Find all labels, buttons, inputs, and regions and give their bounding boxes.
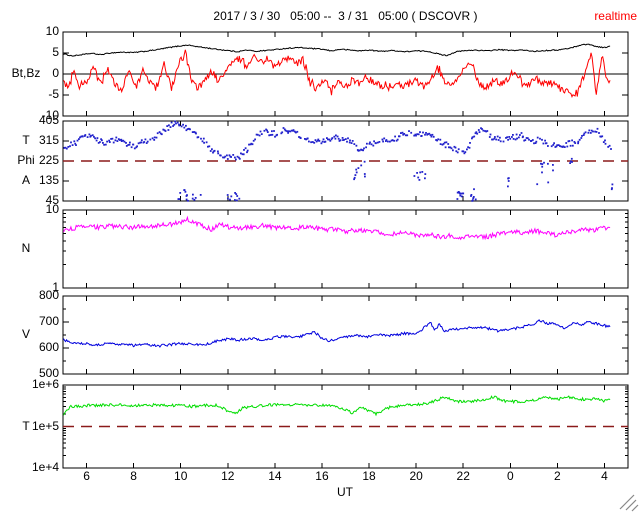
y-tick-label: 405 [38, 113, 59, 127]
t-series [63, 395, 611, 417]
x-tick-label: 22 [456, 469, 470, 483]
y-tick-label: 1e+6 [31, 377, 59, 391]
panel-label-t: T [22, 418, 30, 433]
panel-label-v: V [21, 327, 30, 341]
x-tick-label: 8 [130, 469, 137, 483]
solar-wind-monitor-window: 2017 / 3 / 30 05:00 -- 3 / 31 05:00 ( DS… [0, 0, 640, 512]
n-series [63, 215, 611, 241]
panel-border [62, 120, 629, 202]
panel-label-btbz: Bt,Bz [11, 66, 41, 80]
y-tick-label: 10 [45, 202, 59, 216]
x-tick-label: 12 [221, 469, 235, 483]
y-tick-label: 10 [45, 24, 59, 38]
panel-label-t: T [22, 133, 30, 147]
x-tick-label: 16 [315, 469, 329, 483]
panel-label-n: N [21, 241, 31, 256]
x-tick-label: 20 [409, 469, 423, 483]
panel-label-a: A [21, 173, 30, 187]
x-tick-label: 6 [83, 469, 90, 483]
x-axis-label: UT [337, 485, 353, 499]
x-tick-label: 0 [506, 469, 514, 483]
v-series [63, 319, 611, 348]
x-tick-label: 10 [174, 469, 188, 483]
y-tick-label: 800 [38, 288, 59, 302]
solar-wind-plot [62, 31, 629, 469]
y-tick-label: 600 [38, 340, 59, 354]
x-tick-label: 2 [554, 469, 561, 483]
panel-border [62, 209, 629, 289]
bz-series [63, 49, 611, 98]
y-tick-label: 1e+4 [31, 460, 59, 474]
bt-series [63, 43, 611, 57]
x-tick-label: 4 [601, 469, 608, 483]
panel-border [62, 295, 629, 375]
panel-label-phi: Phi [17, 153, 35, 167]
y-tick-label: 5 [52, 45, 59, 59]
x-tick-label: 14 [268, 469, 282, 483]
x-tick-label: 18 [362, 469, 376, 483]
y-tick-label: -5 [48, 87, 59, 101]
